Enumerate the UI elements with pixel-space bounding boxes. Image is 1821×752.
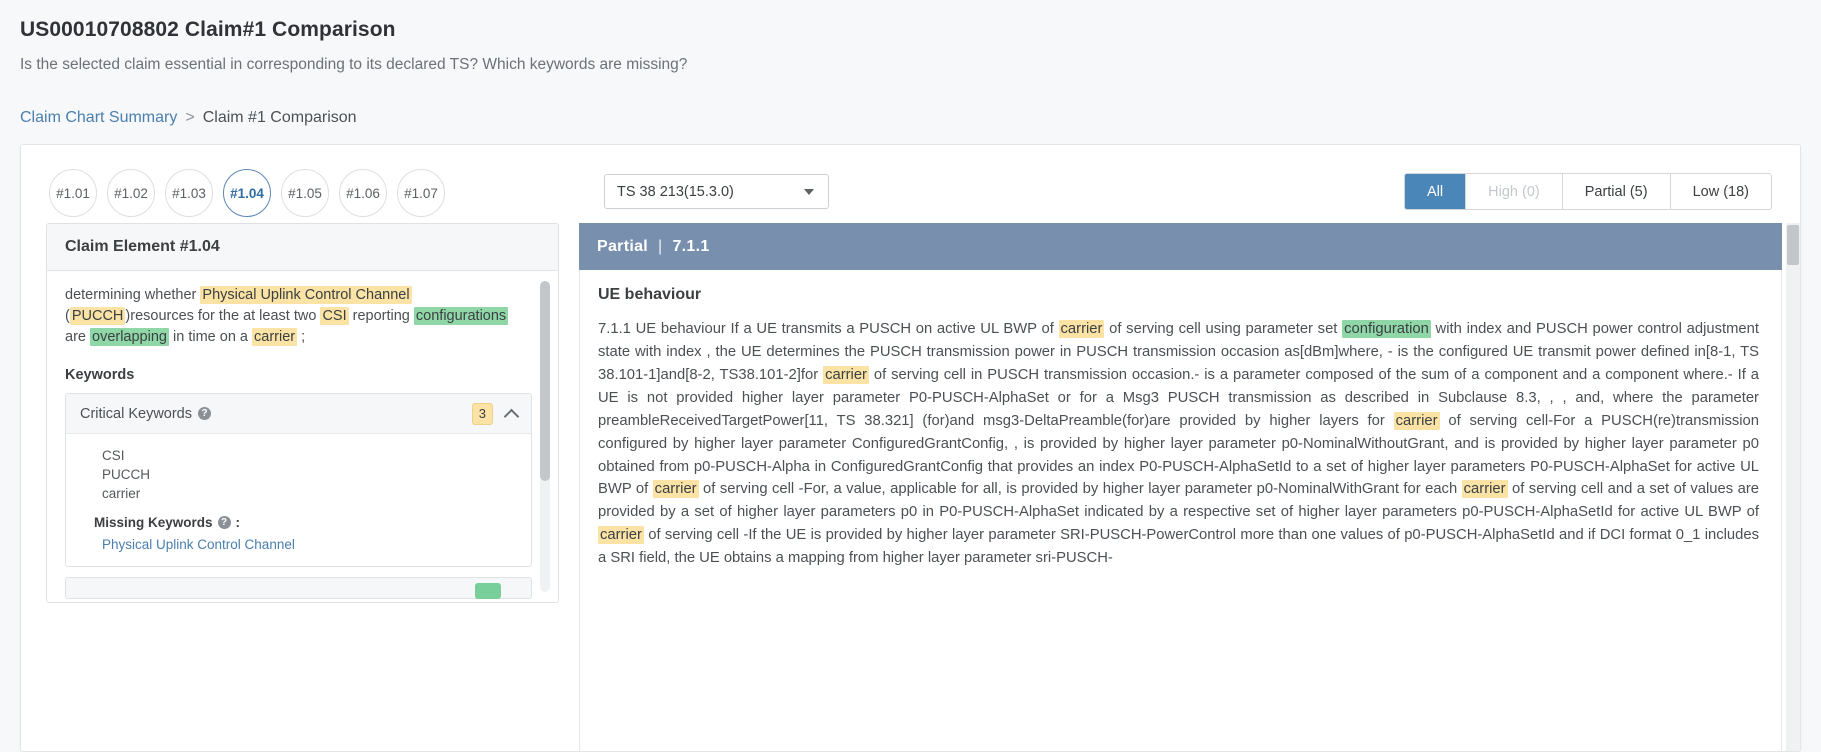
keyword-item: PUCCH bbox=[102, 467, 151, 483]
chevron-down-icon bbox=[804, 188, 814, 195]
claim-element-pill-1-02[interactable]: #1.02 bbox=[107, 169, 155, 217]
claim-scroll-area[interactable]: determining whether Physical Uplink Cont… bbox=[47, 271, 558, 602]
highlight-yellow: carrier bbox=[652, 480, 699, 499]
claim-element-box: Claim Element #1.04 determining whether … bbox=[46, 223, 559, 603]
ts-relevance-badge: Partial bbox=[597, 237, 649, 255]
chevron-up-icon[interactable] bbox=[505, 407, 519, 421]
keywords-heading: Keywords bbox=[65, 367, 135, 384]
highlight-yellow: carrier bbox=[1461, 480, 1508, 499]
claim-element-pill-1-04[interactable]: #1.04 bbox=[223, 169, 271, 217]
critical-keywords-count-badge: 3 bbox=[471, 402, 493, 425]
claim-panel: Claim Element #1.04 determining whether … bbox=[21, 223, 559, 751]
ts-header-separator: | bbox=[658, 237, 663, 255]
comparison-card: #1.01 #1.02 #1.03 #1.04 #1.05 #1.06 #1.07 TS 3… bbox=[20, 144, 1801, 752]
highlight-yellow: carrier bbox=[598, 526, 644, 545]
critical-keywords-header[interactable]: Critical Keywords ? 3 bbox=[66, 394, 531, 435]
highlight-yellow: carrier bbox=[1393, 411, 1440, 430]
critical-keywords-body: CSI PUCCH carrier Missing Keywords ? : Phy… bbox=[66, 434, 531, 566]
filter-button-partial[interactable]: Partial (5) bbox=[1562, 174, 1671, 209]
claim-element-pill-1-03[interactable]: #1.03 bbox=[165, 169, 213, 217]
ts-scrollbar[interactable] bbox=[1786, 223, 1800, 751]
missing-keywords-label: Missing Keywords bbox=[94, 515, 213, 531]
ts-body-heading: UE behaviour bbox=[598, 286, 702, 303]
critical-keywords-accordion: Critical Keywords ? 3 CSI PUCCH carrier Mi… bbox=[65, 393, 532, 568]
ts-select[interactable]: TS 38 213(15.3.0) bbox=[604, 174, 829, 209]
claim-text: determining whether Physical Uplink Cont… bbox=[65, 286, 509, 347]
page-subtitle: Is the selected claim essential in corre… bbox=[20, 56, 688, 73]
help-circle-icon[interactable]: ? bbox=[217, 516, 231, 530]
breadcrumb-current: Claim #1 Comparison bbox=[202, 109, 357, 126]
page-title: US00010708802 Claim#1 Comparison bbox=[20, 18, 396, 41]
help-circle-icon[interactable]: ? bbox=[198, 407, 211, 421]
claim-scrollbar-thumb[interactable] bbox=[540, 281, 550, 481]
critical-keywords-list: CSI PUCCH carrier bbox=[80, 446, 517, 503]
breadcrumb: Claim Chart Summary > Claim #1 Compariso… bbox=[20, 109, 1821, 127]
ts-panel-body[interactable]: UE behaviour 7.1.1 UE behaviour If a UE … bbox=[579, 270, 1782, 751]
missing-keyword-item[interactable]: Physical Uplink Control Channel bbox=[80, 534, 517, 552]
keyword-item: CSI bbox=[102, 448, 125, 464]
keyword-item: carrier bbox=[102, 486, 141, 502]
breadcrumb-separator: > bbox=[185, 109, 195, 126]
highlight-green: configuration bbox=[1342, 320, 1431, 338]
critical-keywords-label: Critical Keywords bbox=[80, 405, 192, 422]
filter-button-low[interactable]: Low (18) bbox=[1670, 174, 1771, 209]
ts-section-number: 7.1.1 bbox=[672, 237, 710, 255]
claim-element-pill-1-06[interactable]: #1.06 bbox=[339, 169, 387, 217]
filter-button-high: High (0) bbox=[1466, 174, 1563, 209]
missing-keywords-colon: : bbox=[235, 515, 241, 531]
filter-button-all[interactable]: All bbox=[1405, 174, 1467, 209]
claim-element-pill-group: #1.01 #1.02 #1.03 #1.04 #1.05 #1.06 #1.07 bbox=[49, 169, 445, 217]
ts-select-value: TS 38 213(15.3.0) bbox=[617, 183, 734, 200]
ts-panel: Partial | 7.1.1 UE behaviour 7.1.1 UE be… bbox=[579, 223, 1800, 751]
toolbar: #1.01 #1.02 #1.03 #1.04 #1.05 #1.06 #1.07 TS 3… bbox=[21, 145, 1800, 223]
highlight-yellow: CSI bbox=[320, 307, 349, 326]
claim-element-title: Claim Element #1.04 bbox=[47, 224, 558, 271]
highlight-yellow: Physical Uplink Control Channel bbox=[200, 286, 412, 304]
page-header: US00010708802 Claim#1 Comparison Is the … bbox=[0, 0, 1821, 74]
highlight-yellow: PUCCH bbox=[69, 307, 126, 326]
highlight-green: configurations bbox=[413, 307, 509, 326]
claim-element-pill-1-05[interactable]: #1.05 bbox=[281, 169, 329, 217]
content-split: Claim Element #1.04 determining whether … bbox=[21, 223, 1800, 751]
missing-keywords-label-wrap: Missing Keywords ? : bbox=[94, 515, 517, 530]
claim-scrollbar[interactable] bbox=[540, 281, 550, 592]
app-root: US00010708802 Claim#1 Comparison Is the … bbox=[0, 0, 1821, 752]
highlight-yellow: carrier bbox=[823, 365, 869, 384]
ts-body-paragraph: 7.1.1 UE behaviour If a UE transmits a P… bbox=[598, 320, 1760, 567]
ts-scrollbar-thumb[interactable] bbox=[1787, 225, 1799, 265]
relevance-filter-group: All High (0) Partial (5) Low (18) bbox=[1404, 173, 1772, 210]
ts-panel-header: Partial | 7.1.1 bbox=[579, 223, 1782, 270]
next-keywords-count-badge bbox=[475, 583, 501, 600]
missing-keywords-list: Physical Uplink Control Channel bbox=[80, 534, 517, 552]
claim-element-pill-1-07[interactable]: #1.07 bbox=[397, 169, 445, 217]
highlight-green: overlapping bbox=[90, 328, 169, 347]
next-keywords-accordion-peek[interactable] bbox=[65, 577, 532, 600]
critical-keywords-label-wrap: Critical Keywords ? bbox=[80, 406, 472, 422]
breadcrumb-link-claim-chart-summary[interactable]: Claim Chart Summary bbox=[20, 109, 177, 127]
highlight-yellow: carrier bbox=[252, 328, 298, 347]
claim-element-pill-1-01[interactable]: #1.01 bbox=[49, 169, 97, 217]
highlight-yellow: carrier bbox=[1058, 320, 1105, 338]
